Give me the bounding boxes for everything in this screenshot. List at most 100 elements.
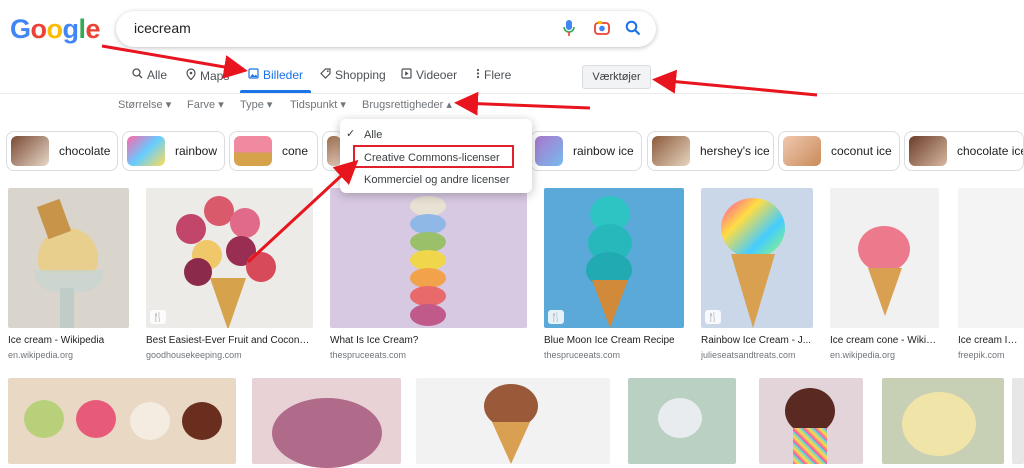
image-result[interactable]: What Is Ice Cream? thespruceeats.com	[330, 188, 527, 360]
recipe-icon: 🍴	[705, 310, 721, 324]
filter-time[interactable]: Tidspunkt ▾	[290, 98, 346, 111]
camera-lens-icon[interactable]	[591, 17, 613, 39]
image-result[interactable]	[759, 378, 863, 464]
tab-flere[interactable]: Flere	[476, 68, 511, 82]
search-icon	[132, 68, 143, 82]
caret-down-icon: ▾	[266, 99, 273, 111]
tab-videoer[interactable]: Videoer	[401, 68, 457, 82]
dropdown-item-label: Alle	[364, 129, 383, 141]
filter-type[interactable]: Type ▾	[240, 98, 272, 111]
result-thumbnail[interactable]	[8, 188, 129, 328]
result-source: freepik.com	[958, 350, 1005, 360]
tab-label: Alle	[147, 68, 168, 82]
result-source: en.wikipedia.org	[830, 350, 896, 360]
result-source: en.wikipedia.org	[8, 350, 74, 360]
result-caption[interactable]: Ice cream cone - Wikip...	[830, 335, 939, 346]
chip-chocolate[interactable]: chocolate	[6, 131, 118, 171]
map-pin-icon	[186, 68, 196, 83]
result-source: thespruceeats.com	[330, 350, 407, 360]
image-result[interactable]	[252, 378, 401, 468]
logo-letter: o	[30, 14, 48, 44]
search-bar[interactable]: icecream	[116, 11, 656, 47]
more-vertical-icon	[476, 68, 480, 82]
chip-thumbnail	[535, 136, 563, 166]
result-caption[interactable]: Rainbow Ice Cream - J...	[701, 335, 813, 346]
image-result[interactable]	[1012, 378, 1024, 464]
filter-label: Brugsrettigheder	[362, 99, 444, 111]
chip-hersheys-ice[interactable]: hershey's ice	[647, 131, 774, 171]
filter-size[interactable]: Størrelse ▾	[118, 98, 171, 111]
chip-rainbow[interactable]: rainbow	[122, 131, 225, 171]
caret-down-icon: ▾	[165, 99, 172, 111]
filter-label: Farve	[187, 99, 216, 111]
tab-label: Videoer	[416, 68, 458, 82]
chip-rainbow-ice[interactable]: rainbow ice	[530, 131, 642, 171]
image-result[interactable]	[8, 378, 236, 464]
filter-usage-rights[interactable]: Brugsrettigheder ▴	[362, 98, 452, 111]
chip-thumbnail	[909, 136, 947, 166]
tools-button[interactable]: Værktøjer	[582, 65, 651, 89]
logo-letter: G	[10, 14, 31, 44]
tab-alle[interactable]: Alle	[132, 68, 167, 82]
dropdown-item-alle[interactable]: ✓ Alle	[340, 127, 532, 145]
play-icon	[401, 68, 412, 82]
result-source: julieseatsandtreats.com	[701, 350, 796, 360]
chip-thumbnail	[327, 136, 341, 166]
chip-coconut-ice[interactable]: coconut ice	[778, 131, 900, 171]
chip-cone[interactable]: cone	[229, 131, 318, 171]
result-caption[interactable]: Best Easiest-Ever Fruit and Coconut...	[146, 335, 313, 346]
chip-label: coconut ice	[831, 144, 892, 158]
tab-label: Billeder	[263, 68, 304, 82]
chip-label: cone	[282, 144, 309, 158]
search-icon[interactable]	[622, 17, 644, 39]
dropdown-item-label: Kommerciel og andre licenser	[364, 174, 510, 186]
caret-down-icon: ▾	[218, 99, 224, 111]
chip-label: rainbow	[175, 144, 218, 158]
result-source: thespruceeats.com	[544, 350, 621, 360]
caret-down-icon: ▾	[340, 99, 346, 111]
check-icon: ✓	[346, 128, 356, 140]
tab-billeder[interactable]: Billeder	[248, 68, 303, 82]
result-caption[interactable]: Blue Moon Ice Cream Recipe	[544, 335, 684, 346]
filter-color[interactable]: Farve ▾	[187, 98, 224, 111]
tabs-divider	[0, 93, 1024, 94]
tab-shopping[interactable]: Shopping	[320, 68, 386, 82]
image-result[interactable]: 🍴 Best Easiest-Ever Fruit and Coconut...…	[146, 188, 313, 360]
microphone-icon[interactable]	[558, 17, 580, 39]
image-result[interactable]	[882, 378, 1004, 464]
result-thumbnail[interactable]	[958, 188, 1024, 328]
caret-up-icon: ▴	[446, 99, 452, 111]
image-result[interactable]: Ice cream Imag freepik.com	[958, 188, 1024, 360]
result-source: goodhousekeeping.com	[146, 350, 242, 360]
chip-thumbnail	[783, 136, 821, 166]
image-result[interactable]: 🍴 Rainbow Ice Cream - J... julieseatsand…	[701, 188, 813, 360]
chip-thumbnail	[652, 136, 690, 166]
filter-label: Type	[240, 99, 264, 111]
dropdown-item-commercial[interactable]: Kommerciel og andre licenser	[340, 174, 532, 192]
tab-maps[interactable]: Maps	[186, 68, 229, 83]
result-thumbnail[interactable]	[830, 188, 939, 328]
image-result[interactable]	[416, 378, 610, 464]
tab-label: Flere	[484, 68, 512, 82]
google-logo[interactable]: Google	[10, 14, 101, 45]
result-thumbnail[interactable]: 🍴	[544, 188, 684, 328]
image-icon	[248, 68, 259, 82]
logo-letter: o	[46, 14, 64, 44]
recipe-icon: 🍴	[548, 310, 564, 324]
chip-label: hershey's ice	[700, 144, 770, 158]
recipe-icon: 🍴	[150, 310, 166, 324]
result-thumbnail[interactable]: 🍴	[701, 188, 813, 328]
image-result[interactable]	[628, 378, 736, 464]
result-caption[interactable]: What Is Ice Cream?	[330, 335, 527, 346]
result-caption[interactable]: Ice cream Imag	[958, 335, 1024, 346]
chip-chocolate-ice[interactable]: chocolate ice	[904, 131, 1024, 171]
image-result[interactable]: Ice cream - Wikipedia en.wikipedia.org	[8, 188, 129, 360]
result-thumbnail[interactable]: 🍴	[146, 188, 313, 328]
logo-letter: g	[62, 14, 80, 44]
search-input[interactable]: icecream	[134, 20, 191, 36]
chip-label: chocolate	[59, 144, 111, 158]
image-result[interactable]: 🍴 Blue Moon Ice Cream Recipe thespruceea…	[544, 188, 684, 360]
image-result[interactable]: Ice cream cone - Wikip... en.wikipedia.o…	[830, 188, 939, 360]
result-thumbnail[interactable]	[330, 188, 527, 328]
result-caption[interactable]: Ice cream - Wikipedia	[8, 335, 129, 346]
